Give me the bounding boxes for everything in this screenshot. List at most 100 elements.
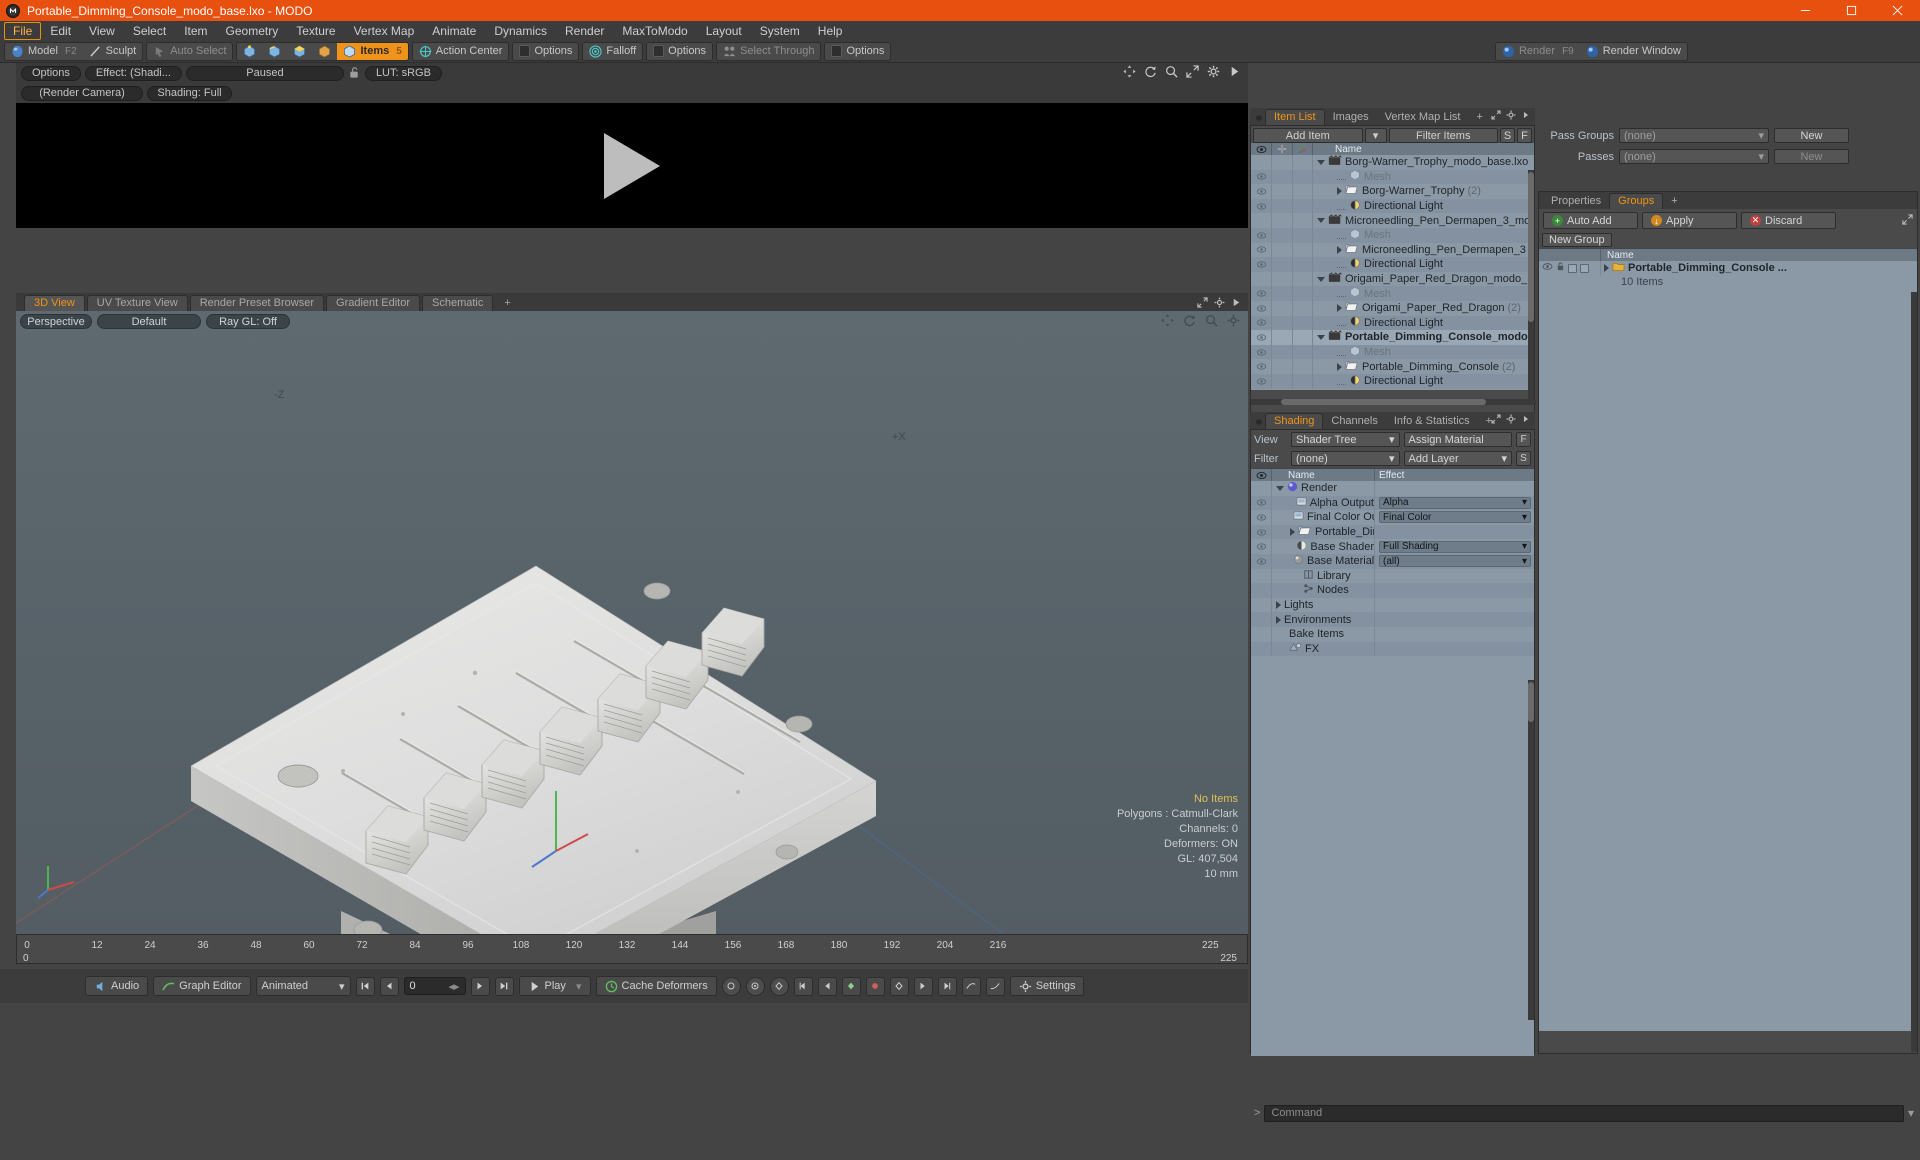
menu-item[interactable]: Item — [175, 22, 216, 40]
audio-button[interactable]: Audio — [85, 976, 149, 996]
lock-cell[interactable] — [1272, 169, 1293, 185]
transform-cell[interactable] — [1293, 198, 1313, 214]
eye-icon[interactable] — [1251, 641, 1272, 657]
auto-add-button[interactable]: + Auto Add — [1543, 212, 1638, 229]
go-to-end-button[interactable] — [494, 976, 514, 996]
tab-schematic[interactable]: Schematic — [422, 295, 494, 311]
shader-tree-row[interactable]: Lights — [1251, 597, 1534, 613]
tab-channels[interactable]: Channels — [1323, 414, 1385, 429]
transform-cell[interactable] — [1293, 242, 1313, 258]
viewport-menu-icon[interactable] — [1231, 297, 1242, 311]
shader-tree-row[interactable]: Nodes — [1251, 583, 1534, 598]
key-add-button[interactable] — [841, 976, 861, 996]
shader-tree-selector[interactable]: Shader Tree ▾ — [1291, 432, 1400, 447]
transform-cell[interactable] — [1293, 155, 1313, 170]
shader-effect-cell[interactable]: Full Shading ▾ — [1374, 539, 1534, 554]
eye-icon[interactable] — [1251, 330, 1272, 345]
eye-icon[interactable] — [1251, 344, 1272, 360]
lock-cell[interactable] — [1272, 184, 1293, 199]
transform-cell[interactable] — [1293, 286, 1313, 301]
tab-uv-texture-view[interactable]: UV Texture View — [86, 295, 188, 311]
eye-icon[interactable] — [1251, 524, 1272, 540]
expand-triangle-icon[interactable] — [1276, 601, 1281, 610]
item-list-row[interactable]: Mesh — [1251, 169, 1534, 185]
group-checkbox-1[interactable] — [1568, 263, 1577, 273]
shader-effect-cell[interactable] — [1374, 641, 1534, 657]
tab-3d-view[interactable]: 3D View — [24, 295, 85, 311]
menu-layout[interactable]: Layout — [697, 22, 751, 40]
key-mode-button-2[interactable] — [745, 976, 765, 996]
collapse-triangle-icon[interactable] — [1317, 218, 1325, 224]
effect-selector[interactable]: Final Color ▾ — [1379, 511, 1531, 524]
menu-help[interactable]: Help — [809, 22, 852, 40]
zoom-icon[interactable] — [1165, 65, 1178, 81]
gear-icon[interactable] — [1506, 109, 1516, 123]
options3-button[interactable]: Options — [825, 43, 890, 60]
key-forward-button[interactable] — [913, 976, 933, 996]
item-list-row[interactable]: Directional Light — [1251, 315, 1534, 331]
eye-icon[interactable] — [1251, 612, 1272, 627]
gear-icon[interactable] — [1506, 413, 1516, 427]
groups-panel-menu-icon[interactable] — [1902, 213, 1913, 228]
transform-cell[interactable] — [1293, 330, 1313, 345]
expand-triangle-icon[interactable] — [1337, 362, 1342, 371]
eye-icon[interactable] — [1251, 227, 1272, 243]
lock-cell[interactable] — [1272, 257, 1293, 272]
collapse-triangle-icon[interactable] — [1317, 159, 1325, 165]
tab-shading[interactable]: Shading — [1265, 413, 1324, 429]
lock-cell[interactable] — [1272, 242, 1293, 258]
transform-cell[interactable] — [1293, 169, 1313, 185]
tab-add-button[interactable]: + — [1663, 194, 1685, 209]
shader-tree-row[interactable]: FX — [1251, 641, 1534, 657]
eye-icon[interactable] — [1251, 539, 1272, 554]
shader-tree-row[interactable]: Base Material (all) ▾ — [1251, 553, 1534, 569]
transform-cell[interactable] — [1293, 257, 1313, 272]
unlock-icon[interactable] — [348, 66, 361, 80]
options1-button[interactable]: Options — [513, 43, 578, 60]
group-row[interactable]: Portable_Dimming_Console ... — [1539, 261, 1917, 276]
viewport-shading-selector[interactable]: Default — [97, 314, 201, 329]
new-pass-button[interactable]: New — [1774, 149, 1849, 164]
current-frame-field[interactable]: 0 ◂▸ — [403, 977, 466, 995]
tab-properties[interactable]: Properties — [1543, 194, 1609, 209]
lock-cell[interactable] — [1272, 227, 1293, 243]
material-mode-button[interactable] — [312, 43, 337, 60]
lock-icon[interactable] — [1556, 262, 1565, 274]
lock-cell[interactable] — [1272, 213, 1293, 228]
add-item-button[interactable]: Add Item — [1253, 128, 1363, 143]
item-list-hscrollbar[interactable] — [1251, 399, 1536, 405]
shader-effect-cell[interactable]: Alpha ▾ — [1374, 495, 1534, 511]
item-list-vscrollbar[interactable] — [1528, 170, 1534, 405]
viewport-perspective-selector[interactable]: Perspective — [20, 314, 92, 329]
transform-cell[interactable] — [1293, 271, 1313, 287]
menu-maxtomodo[interactable]: MaxToModo — [613, 22, 696, 40]
group-checkbox-2[interactable] — [1580, 263, 1589, 273]
previous-key-button[interactable] — [379, 976, 399, 996]
transform-cell[interactable] — [1293, 344, 1313, 360]
maximize-viewport-icon[interactable] — [1197, 297, 1208, 311]
assign-f-button[interactable]: F — [1516, 432, 1531, 447]
command-input[interactable]: Command — [1264, 1104, 1904, 1122]
item-list-row[interactable]: Portable_Dimming_Console (2) — [1251, 359, 1534, 374]
gear-icon[interactable] — [1207, 65, 1220, 81]
eye-icon[interactable] — [1251, 568, 1272, 584]
options2-button[interactable]: Options — [647, 43, 712, 60]
eye-icon[interactable] — [1251, 242, 1272, 258]
shading-filter-selector[interactable]: (none) ▾ — [1291, 451, 1400, 466]
eye-icon[interactable] — [1251, 315, 1272, 331]
key-mode-button-1[interactable] — [721, 976, 741, 996]
zoom-icon[interactable] — [1205, 314, 1218, 330]
polygon-mode-button[interactable] — [287, 43, 312, 60]
column-visibility[interactable] — [1251, 142, 1272, 156]
preview-shading-selector[interactable]: Shading: Full — [147, 85, 232, 101]
close-button[interactable] — [1874, 0, 1920, 21]
shader-tree-rows[interactable]: RenderAlpha OutputAlpha▾Final Color Outp… — [1251, 481, 1534, 1056]
lock-cell[interactable] — [1272, 359, 1293, 374]
filter-f-button[interactable]: F — [1517, 128, 1532, 143]
eye-icon[interactable] — [1251, 169, 1272, 185]
pan-icon[interactable] — [1123, 65, 1136, 81]
item-list-row[interactable]: Portable_Dimming_Console_modo_... — [1251, 330, 1534, 345]
key-delete-button[interactable] — [865, 976, 885, 996]
timeline-ruler[interactable]: 0 12 24 36 48 60 72 84 96 108 120 132 14… — [16, 934, 1248, 964]
menu-texture[interactable]: Texture — [287, 22, 344, 40]
